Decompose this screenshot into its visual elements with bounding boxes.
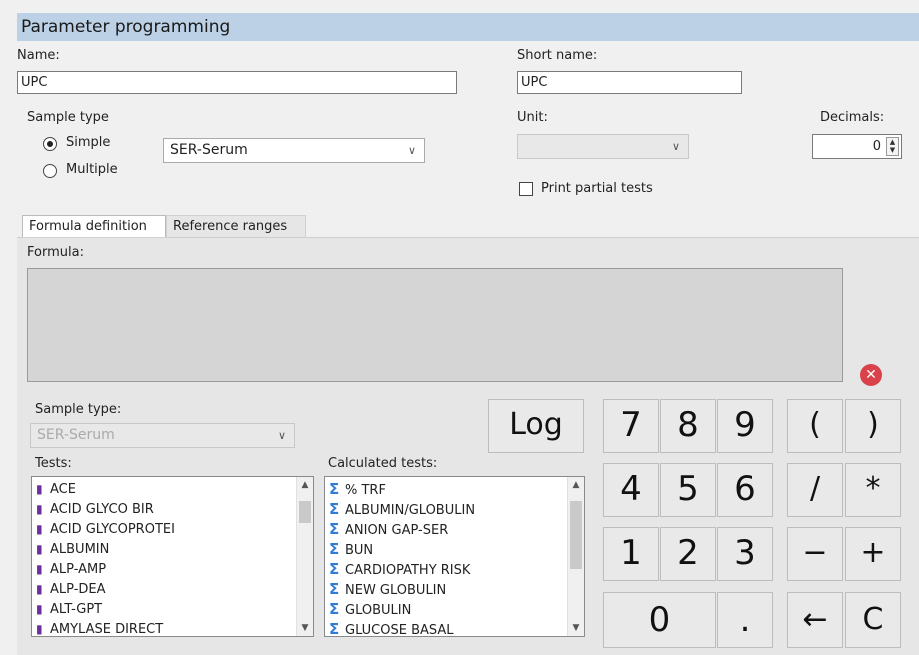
list-item[interactable]: ▮ ACID GLYCO BIR: [32, 499, 313, 519]
formula-textarea[interactable]: [27, 268, 843, 382]
log-button[interactable]: Log: [488, 399, 584, 453]
list-item[interactable]: Σ GLUCOSE BASAL: [325, 619, 584, 637]
close-circle-icon[interactable]: ✕: [860, 364, 882, 386]
test-tube-icon: ▮: [36, 582, 43, 596]
key-9-button[interactable]: 9: [717, 399, 773, 453]
sigma-icon: Σ: [329, 580, 340, 598]
list-item[interactable]: ▮ ALT-GPT: [32, 599, 313, 619]
key-8-button[interactable]: 8: [660, 399, 716, 453]
chevron-down-icon: ∨: [671, 140, 680, 153]
scroll-up-icon[interactable]: ▲: [568, 477, 584, 493]
decimals-label: Decimals:: [820, 110, 885, 125]
test-tube-icon: ▮: [36, 622, 43, 636]
short-name-input[interactable]: UPC: [517, 71, 742, 94]
key-5-button[interactable]: 5: [660, 463, 716, 517]
list-item[interactable]: Σ GLOBULIN: [325, 599, 584, 619]
simple-radio[interactable]: [43, 137, 57, 151]
tests-scrollbar[interactable]: ▲ ▼: [296, 477, 313, 636]
close-paren-button[interactable]: ): [845, 399, 901, 453]
key-3-button[interactable]: 3: [717, 527, 773, 581]
sample-type-select-value: SER-Serum: [170, 142, 248, 158]
backspace-button[interactable]: ←: [787, 592, 843, 648]
decimals-spinner[interactable]: 0 ▲ ▼: [812, 134, 902, 159]
tab-reference-ranges[interactable]: Reference ranges: [166, 215, 306, 238]
key-1-button[interactable]: 1: [603, 527, 659, 581]
calculated-scrollbar[interactable]: ▲ ▼: [567, 477, 584, 636]
short-name-label: Short name:: [517, 48, 598, 63]
sample-type-select[interactable]: SER-Serum ∨: [163, 138, 425, 163]
plus-button[interactable]: +: [845, 527, 901, 581]
tests-label: Tests:: [35, 456, 72, 471]
multiple-radio[interactable]: [43, 164, 57, 178]
scroll-up-icon[interactable]: ▲: [297, 477, 313, 493]
sigma-icon: Σ: [329, 540, 340, 558]
scroll-thumb[interactable]: [299, 501, 311, 523]
tab-formula-definition[interactable]: Formula definition: [22, 215, 166, 238]
list-item[interactable]: Σ CARDIOPATHY RISK: [325, 559, 584, 579]
sample-type-label: Sample type: [27, 110, 109, 125]
list-item[interactable]: Σ BUN: [325, 539, 584, 559]
minus-button[interactable]: −: [787, 527, 843, 581]
calculated-tests-listbox[interactable]: Σ% TRF Σ ALBUMIN/GLOBULIN Σ ANION GAP-SER …: [324, 476, 585, 637]
window-title: Parameter programming: [17, 13, 919, 41]
list-item[interactable]: ▮ ALP-AMP: [32, 559, 313, 579]
key-0-button[interactable]: 0: [603, 592, 716, 648]
test-tube-icon: ▮: [36, 602, 43, 616]
lower-sample-type-value: SER-Serum: [37, 427, 115, 443]
simple-radio-label: Simple: [66, 135, 111, 150]
scroll-down-icon[interactable]: ▼: [568, 620, 584, 636]
sigma-icon: Σ: [329, 480, 340, 498]
name-input[interactable]: UPC: [17, 71, 457, 94]
name-label: Name:: [17, 48, 60, 63]
scroll-down-icon[interactable]: ▼: [297, 620, 313, 636]
multiple-radio-label: Multiple: [66, 162, 118, 177]
sigma-icon: Σ: [329, 560, 340, 578]
spin-arrows-icon[interactable]: ▲ ▼: [886, 137, 899, 156]
formula-label: Formula:: [27, 245, 84, 260]
scroll-thumb[interactable]: [570, 501, 582, 569]
unit-select[interactable]: ∨: [517, 134, 689, 159]
test-tube-icon: ▮: [36, 562, 43, 576]
lower-sample-type-select[interactable]: SER-Serum ∨: [30, 423, 295, 448]
tests-listbox[interactable]: ▮ ACE ▮ ACID GLYCO BIR ▮ ACID GLYCOPROTEI ▮…: [31, 476, 314, 637]
chevron-down-icon: ∨: [277, 429, 286, 442]
test-tube-icon: ▮: [36, 522, 43, 536]
decimals-value: 0: [872, 139, 881, 154]
print-partial-checkbox[interactable]: [519, 182, 533, 196]
test-tube-icon: ▮: [36, 542, 43, 556]
clear-button[interactable]: C: [845, 592, 901, 648]
key-6-button[interactable]: 6: [717, 463, 773, 517]
chevron-down-icon: ∨: [407, 144, 416, 157]
unit-label: Unit:: [517, 110, 548, 125]
key-2-button[interactable]: 2: [660, 527, 716, 581]
list-item[interactable]: ▮ ACE: [32, 479, 313, 499]
list-item[interactable]: Σ% TRF: [325, 479, 584, 499]
list-item[interactable]: Σ NEW GLOBULIN: [325, 579, 584, 599]
multiply-button[interactable]: *: [845, 463, 901, 517]
list-item[interactable]: ▮ AMYLASE DIRECT: [32, 619, 313, 636]
test-tube-icon: ▮: [36, 502, 43, 516]
sigma-icon: Σ: [329, 500, 340, 518]
calculated-tests-label: Calculated tests:: [328, 456, 438, 471]
test-tube-icon: ▮: [36, 482, 43, 496]
open-paren-button[interactable]: (: [787, 399, 843, 453]
list-item[interactable]: Σ ALBUMIN/GLOBULIN: [325, 499, 584, 519]
decimal-point-button[interactable]: .: [717, 592, 773, 648]
sigma-icon: Σ: [329, 620, 340, 637]
sigma-icon: Σ: [329, 520, 340, 538]
key-7-button[interactable]: 7: [603, 399, 659, 453]
print-partial-label: Print partial tests: [541, 181, 653, 196]
divide-button[interactable]: /: [787, 463, 843, 517]
sigma-icon: Σ: [329, 600, 340, 618]
list-item[interactable]: Σ ANION GAP-SER: [325, 519, 584, 539]
list-item[interactable]: ▮ ALBUMIN: [32, 539, 313, 559]
list-item[interactable]: ▮ ALP-DEA: [32, 579, 313, 599]
list-item[interactable]: ▮ ACID GLYCOPROTEI: [32, 519, 313, 539]
lower-sample-type-label: Sample type:: [35, 402, 122, 417]
key-4-button[interactable]: 4: [603, 463, 659, 517]
